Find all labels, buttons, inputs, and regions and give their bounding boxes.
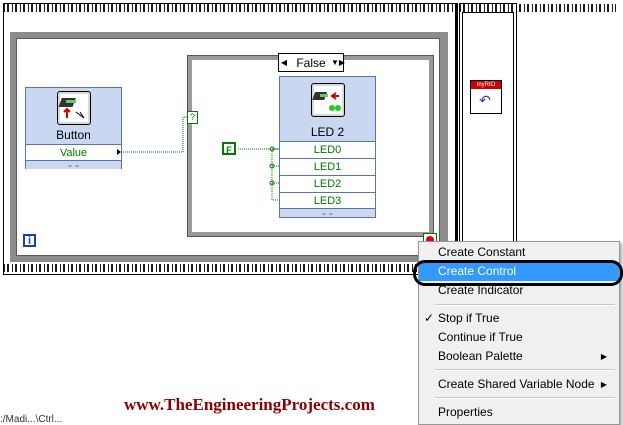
- menu-separator: [435, 304, 615, 306]
- menu-item-stop-if-true[interactable]: ✓ Stop if True: [419, 309, 619, 328]
- case-selector-tunnel[interactable]: ?: [187, 111, 198, 124]
- output-arrow-icon: [117, 149, 121, 155]
- bool-wire-branch: [271, 149, 279, 201]
- submenu-arrow-icon: ▶: [600, 380, 607, 389]
- myrio-reset-vi[interactable]: myRIO ↶: [470, 80, 502, 114]
- menu-separator: [435, 369, 615, 371]
- bool-wire-button-to-case: [121, 116, 190, 153]
- menu-item-label: Create Constant: [438, 245, 526, 259]
- menu-item-properties[interactable]: Properties: [419, 403, 619, 422]
- menu-item-continue-if-true[interactable]: Continue if True: [419, 328, 619, 347]
- myrio-reset-icon: ↶: [479, 92, 491, 108]
- menu-item-label: Create Shared Variable Node: [438, 377, 595, 391]
- watermark: www.TheEngineeringProjects.com: [124, 395, 375, 414]
- highlight-ellipse: [413, 260, 623, 286]
- menu-item-label: Boolean Palette: [438, 349, 523, 363]
- menu-item-create-shared-variable-node[interactable]: Create Shared Variable Node ▶: [419, 375, 619, 394]
- iteration-terminal[interactable]: i: [23, 234, 36, 247]
- menu-separator: [435, 397, 615, 399]
- menu-item-label: Stop if True: [438, 311, 500, 325]
- myrio-label: myRIO: [471, 81, 501, 89]
- menu-item-label: Continue if True: [438, 330, 523, 344]
- context-menu[interactable]: Create Constant Create Control Create In…: [413, 241, 623, 425]
- menu-item-boolean-palette[interactable]: Boolean Palette ▶: [419, 347, 619, 366]
- clipped-path-text: :/Madi...\Ctrl...: [0, 414, 63, 425]
- menu-item-label: Properties: [438, 405, 493, 419]
- boolean-false-constant[interactable]: F: [222, 142, 236, 155]
- checkmark-icon: ✓: [424, 311, 435, 325]
- submenu-arrow-icon: ▶: [600, 352, 607, 361]
